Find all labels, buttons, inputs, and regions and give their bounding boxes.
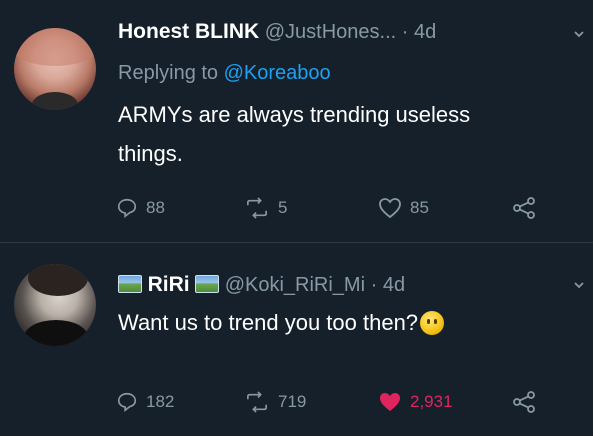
retweet-button[interactable]: 5 [244,195,287,221]
retweet-count: 719 [278,392,307,411]
reply-button[interactable]: 182 [116,389,174,415]
timestamp[interactable]: 4d [414,21,436,43]
thinking-face-icon [420,311,445,335]
share-icon [513,391,535,413]
like-button[interactable]: 2,931 [378,389,453,415]
retweet-icon [247,197,267,219]
reply-to-link[interactable]: @Koreaboo [224,62,331,84]
share-button[interactable] [512,389,536,415]
tweet-text-line: Want us to trend you too then? [118,308,445,337]
separator: · [401,21,409,43]
retweet-button[interactable]: 719 [244,389,306,415]
like-count: 2,931 [410,392,453,411]
avatar[interactable] [14,28,96,110]
avatar[interactable] [14,264,96,346]
action-bar: 182 719 2,931 [116,389,556,415]
handle[interactable]: @JustHones... [265,21,396,43]
tweet-text-line: things. [118,141,183,166]
reply-context: Replying to @Koreaboo [118,61,331,85]
reply-button[interactable]: 88 [116,195,165,221]
like-icon [380,393,400,411]
chevron-down-icon[interactable] [573,28,585,40]
tweet-text-line: ARMYs are always trending useless [118,102,471,127]
handle[interactable]: @Koki_RiRi_Mi [225,274,365,296]
share-button[interactable] [512,195,536,221]
tweet[interactable]: RiRi @Koki_RiRi_Mi · 4d Want us to trend… [0,242,593,436]
tweet[interactable]: Honest BLINK @JustHones... · 4d Replying… [0,0,593,242]
like-icon [379,198,401,219]
tweet-text: Want us to trend you too then? [118,310,419,335]
reply-count: 88 [146,198,165,217]
retweet-count: 5 [278,198,288,217]
action-bar: 88 5 85 [116,195,556,221]
timestamp[interactable]: 4d [383,274,405,296]
tweet-header: RiRi @Koki_RiRi_Mi · 4d [118,273,405,297]
tweet-header: Honest BLINK @JustHones... · 4d [118,20,436,44]
reply-icon [117,198,137,218]
reply-prefix: Replying to [118,62,219,84]
separator: · [370,274,378,296]
retweet-icon [247,391,267,413]
reply-count: 182 [146,392,175,411]
flag-emoji-icon [118,275,142,293]
share-icon [513,197,535,219]
display-name[interactable]: RiRi [148,273,190,296]
display-name[interactable]: Honest BLINK [118,20,259,43]
like-count: 85 [410,198,429,217]
reply-icon [117,392,137,412]
flag-emoji-icon [195,275,220,293]
like-button[interactable]: 85 [378,195,429,221]
chevron-down-icon[interactable] [573,279,585,291]
